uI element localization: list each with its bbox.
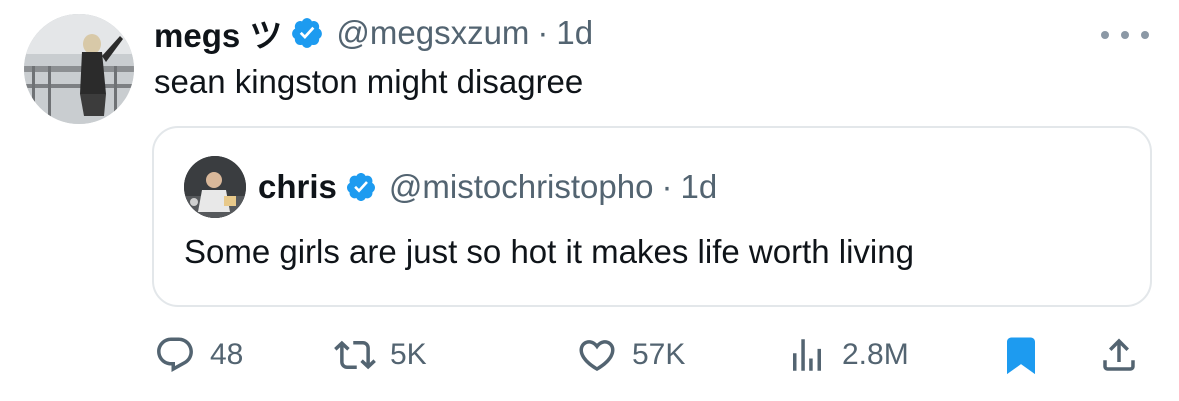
bookmark-button[interactable] [1000, 330, 1042, 380]
repost-icon [334, 334, 376, 376]
quoted-tweet[interactable]: chris @mistochristopho · 1d Some girls a… [152, 126, 1152, 307]
tweet-text: sean kingston might disagree [154, 63, 584, 100]
separator-dot: · [537, 14, 549, 51]
quoted-author-handle[interactable]: @mistochristopho [389, 168, 654, 206]
author-name[interactable]: megs ツ [154, 9, 282, 57]
tweet-header: megs ツ @megsxzum · 1d [154, 12, 593, 54]
author-handle[interactable]: @megsxzum [336, 14, 529, 52]
quoted-avatar[interactable] [184, 156, 246, 218]
more-dot [1121, 31, 1129, 39]
more-icon[interactable] [1101, 22, 1149, 48]
quoted-author-name[interactable]: chris [258, 168, 337, 206]
avatar-image [24, 14, 134, 124]
verified-badge-icon [345, 171, 377, 203]
action-bar: 48 5K 57K 2.8M [152, 330, 1152, 380]
repost-button[interactable]: 5K [334, 330, 427, 380]
avatar[interactable] [24, 14, 134, 124]
more-dot [1141, 31, 1149, 39]
like-count: 57K [632, 338, 686, 371]
share-icon [1098, 334, 1140, 376]
timestamp[interactable]: 1d [556, 14, 593, 52]
tweet[interactable]: megs ツ @megsxzum · 1d sean kingston migh… [0, 0, 1179, 401]
view-count: 2.8M [842, 338, 909, 371]
quoted-text: Some girls are just so hot it makes life… [184, 233, 914, 270]
reply-count: 48 [210, 338, 244, 371]
views-button[interactable]: 2.8M [786, 330, 909, 380]
separator-dot: · [661, 168, 673, 205]
repost-count: 5K [390, 338, 427, 371]
quoted-avatar-image [184, 156, 246, 218]
quoted-header: chris @mistochristopho · 1d [258, 166, 717, 208]
quoted-timestamp[interactable]: 1d [680, 168, 717, 206]
verified-badge-icon [290, 16, 324, 50]
more-dot [1101, 31, 1109, 39]
like-button[interactable]: 57K [576, 330, 685, 380]
heart-icon [576, 334, 618, 376]
bookmark-icon [1000, 334, 1042, 376]
views-icon [786, 334, 828, 376]
reply-button[interactable]: 48 [154, 330, 243, 380]
reply-icon [154, 334, 196, 376]
share-button[interactable] [1098, 330, 1140, 380]
